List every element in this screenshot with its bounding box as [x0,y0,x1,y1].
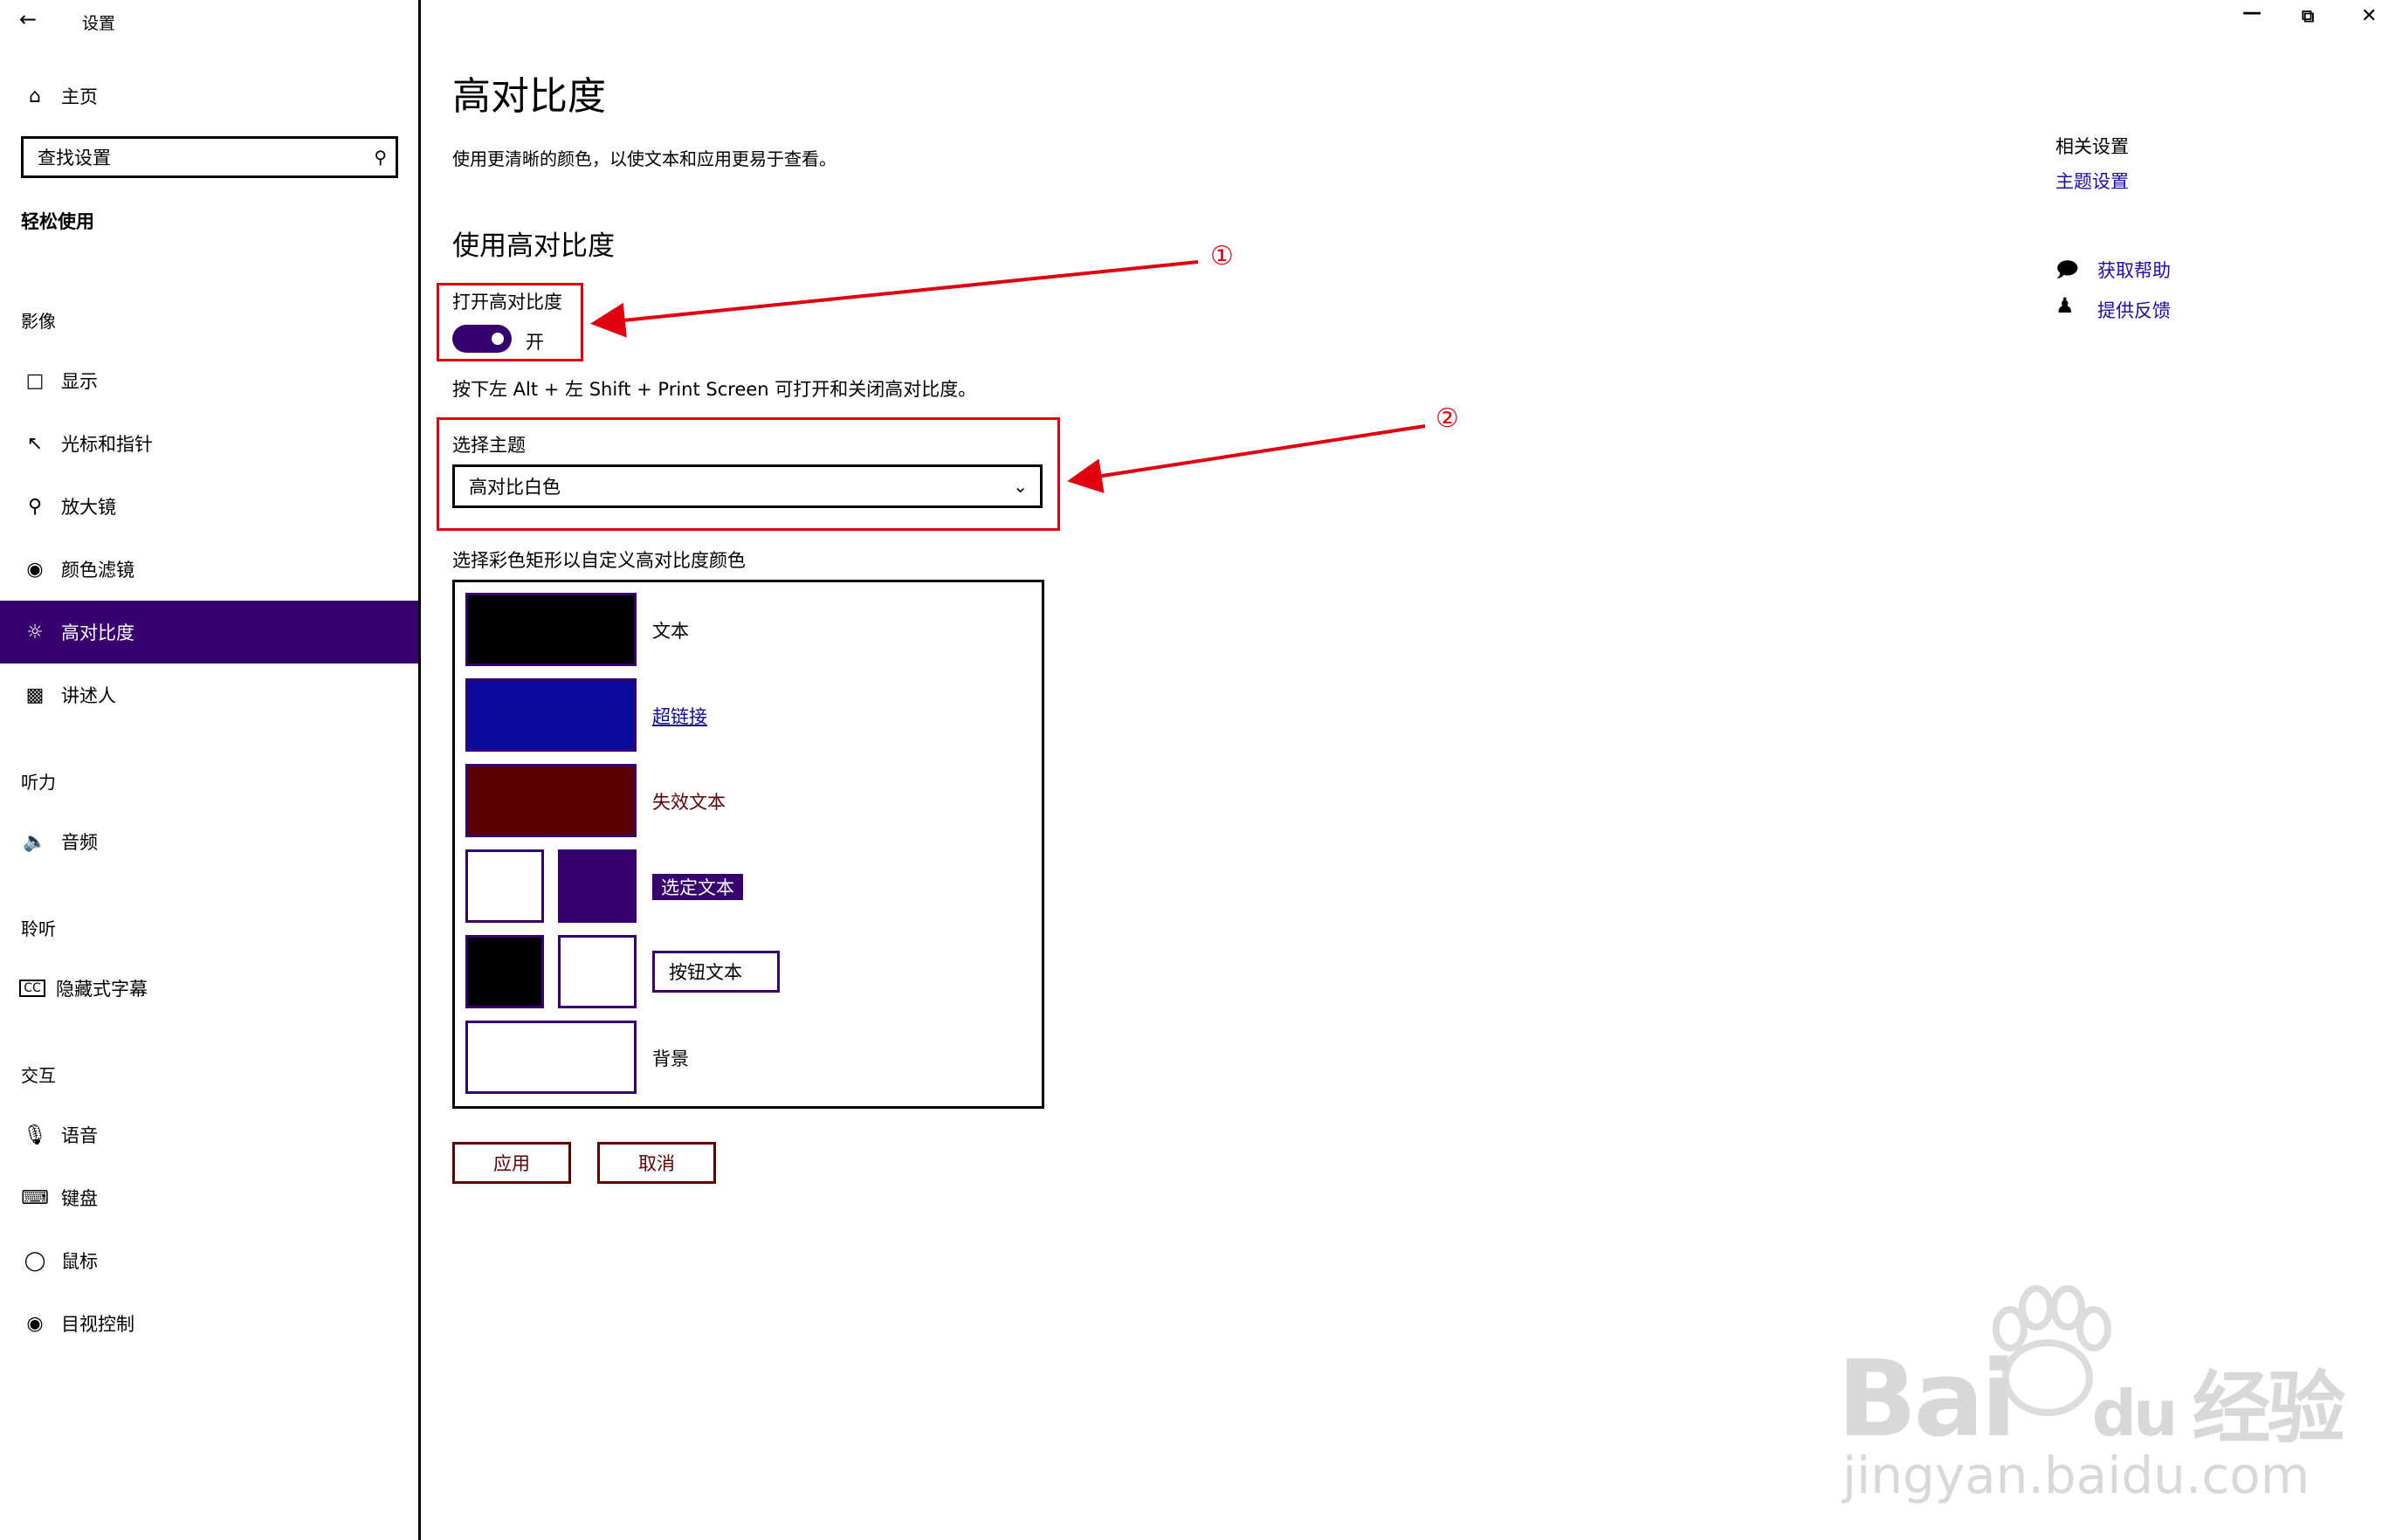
watermark-url: jingyan.baidu.com [1842,1446,2310,1505]
watermark-brand-cn: 经验 [2192,1363,2345,1454]
annotation-arrow-2 [1067,424,1426,493]
annotation-marker-1: ① [1210,241,1234,272]
annotation-marker-2: ② [1435,403,1459,434]
watermark-brand-du: du [2091,1377,2179,1450]
watermark-brand: Bai du 经验 [1837,1339,2345,1461]
watermark-brand-bai: Bai [1837,1339,2017,1461]
annotation-arrow-1 [590,260,1199,338]
